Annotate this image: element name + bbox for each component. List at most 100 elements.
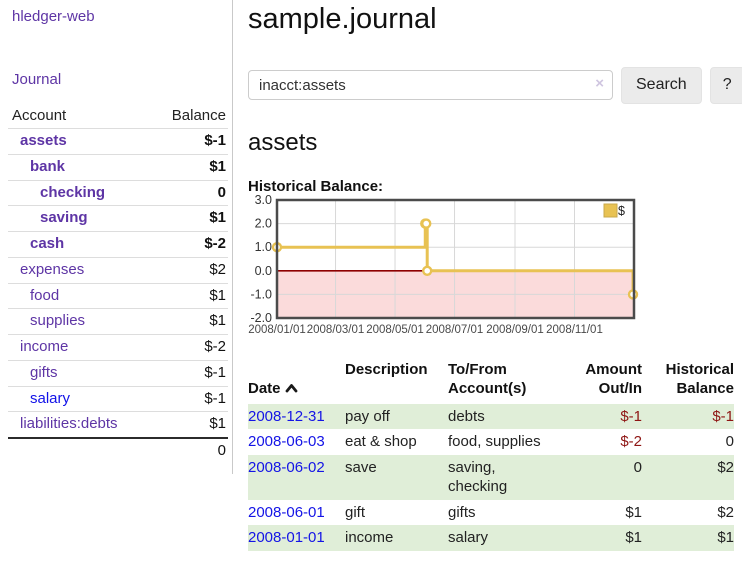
account-link-assets[interactable]: assets [20,132,67,149]
transaction-balance: $-1 [642,404,734,430]
register-header-balance: Historical Balance [642,358,734,404]
account-balance: $-2 [150,232,228,258]
transaction-description: save [345,455,448,500]
account-row: expenses $2 [8,257,228,283]
transaction-accounts: debts [448,404,568,430]
account-row: liabilities:debts $1 [8,412,228,438]
account-balance: $2 [150,257,228,283]
transaction-amount: $-1 [568,404,642,430]
sidebar: hledger-web Journal Account Balance asse… [0,0,233,474]
transaction-date-link[interactable]: 2008-06-01 [248,504,325,521]
register-tbody: 2008-12-31pay offdebts$-1$-12008-06-03ea… [248,404,734,551]
search-input-wrap: × [248,70,613,100]
account-row: assets $-1 [8,129,228,155]
transaction-row: 2008-06-02 savesaving, checking0$2 [248,455,734,500]
accounts-header-balance: Balance [150,104,228,129]
app-title-link[interactable]: hledger-web [12,8,232,25]
account-balance: $-2 [150,335,228,361]
account-balance: $1 [150,412,228,438]
account-balance: $1 [150,206,228,232]
transaction-accounts: saving, checking [448,455,568,500]
transaction-row: 2008-06-01giftgifts$1$2 [248,500,734,526]
account-link-food[interactable]: food [30,287,59,304]
account-balance: $1 [150,309,228,335]
clear-search-icon[interactable]: × [595,75,604,92]
account-balance: $1 [150,154,228,180]
transaction-row: 2008-01-01incomesalary$1$1 [248,525,734,551]
account-link-checking[interactable]: checking [40,184,105,201]
account-row: food $1 [8,283,228,309]
account-link-saving[interactable]: saving [40,209,88,226]
transaction-amount: 0 [568,455,642,500]
transaction-description: income [345,525,448,551]
search-bar: × Search ? [248,67,742,104]
help-button[interactable]: ? [710,67,742,104]
transaction-date-link[interactable]: 2008-06-03 [248,433,325,450]
y-axis-tick-label: 0.0 [255,263,272,277]
account-link-income[interactable]: income [20,338,68,355]
register-table: Date Description To/From Account(s) Amou… [248,358,734,551]
account-link-gifts[interactable]: gifts [30,364,58,381]
account-balance: $1 [150,283,228,309]
account-balance: $-1 [150,129,228,155]
accounts-total-spacer [8,438,150,464]
account-link-bank[interactable]: bank [30,158,65,175]
accounts-header-row: Account Balance [8,104,228,129]
transaction-amount: $1 [568,500,642,526]
legend-swatch [604,204,617,217]
search-button[interactable]: Search [621,67,702,104]
transaction-balance: $2 [642,455,734,500]
account-link-salary[interactable]: salary [30,390,70,407]
transaction-row: 2008-12-31pay offdebts$-1$-1 [248,404,734,430]
transaction-date-link[interactable]: 2008-01-01 [248,529,325,546]
transaction-amount: $1 [568,525,642,551]
x-axis-tick-label: 2008/09/01 [486,324,544,336]
account-row: checking 0 [8,180,228,206]
main-content: sample.journal × Search ? assets Histori… [248,0,742,551]
transaction-date-link[interactable]: 2008-12-31 [248,408,325,425]
accounts-total-value: 0 [150,438,228,464]
x-axis-tick-label: 2008/07/01 [426,324,484,336]
transaction-amount: $-2 [568,429,642,455]
search-input[interactable] [248,70,613,100]
account-row: gifts $-1 [8,360,228,386]
account-balance: 0 [150,180,228,206]
sidebar-item-journal[interactable]: Journal [12,71,232,88]
x-axis-tick-label: 2008/11/01 [546,324,603,336]
register-header-date[interactable]: Date [248,358,345,404]
accounts-table: Account Balance assets $-1 bank $1 checking 0… [8,104,228,464]
transaction-accounts: gifts [448,500,568,526]
account-row: income $-2 [8,335,228,361]
account-link-cash[interactable]: cash [30,235,64,252]
transaction-description: eat & shop [345,429,448,455]
transaction-date-link[interactable]: 2008-06-02 [248,459,325,476]
transaction-balance: 0 [642,429,734,455]
account-row: cash $-2 [8,232,228,258]
y-axis-tick-label: -2.0 [250,311,272,325]
transaction-row: 2008-06-03eat & shopfood, supplies$-20 [248,429,734,455]
x-axis-tick-label: 2008/01/01 [248,324,306,336]
account-balance: $-1 [150,360,228,386]
page-title: sample.journal [248,2,742,37]
y-axis-tick-label: 1.0 [255,240,272,254]
transaction-description: pay off [345,404,448,430]
data-point-marker [422,219,430,227]
legend-label: $ [618,204,625,218]
transaction-balance: $1 [642,525,734,551]
accounts-tbody: assets$-1bank$1checking0saving$1cash$-2e… [8,129,228,439]
account-link-supplies[interactable]: supplies [30,312,85,329]
accounts-total-row: 0 [8,438,228,464]
account-link-expenses[interactable]: expenses [20,261,84,278]
chart-svg: $3.02.01.00.0-1.0-2.02008/01/012008/03/0… [248,198,734,338]
transaction-description: gift [345,500,448,526]
chart-title: Historical Balance: [248,178,742,195]
account-row: supplies $1 [8,309,228,335]
x-axis-tick-label: 2008/03/01 [307,324,365,336]
accounts-header-account: Account [8,104,150,129]
transaction-accounts: salary [448,525,568,551]
y-axis-tick-label: 3.0 [255,193,272,207]
historical-balance-chart: $3.02.01.00.0-1.0-2.02008/01/012008/03/0… [248,198,742,338]
register-header-amount: Amount Out/In [568,358,642,404]
account-link-liabilities-debts[interactable]: liabilities:debts [20,415,118,432]
sort-ascending-icon [285,380,298,397]
